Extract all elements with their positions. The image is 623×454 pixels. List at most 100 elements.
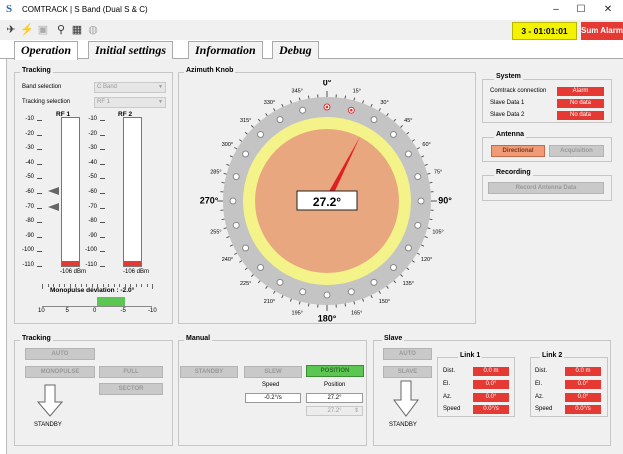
scale-tick-label: -90 <box>25 232 34 239</box>
knob-tick <box>226 163 230 166</box>
scale-tick-label: -110 <box>85 262 97 268</box>
scale-tick-mark <box>37 134 42 136</box>
monopulse-tick-mark <box>152 284 153 289</box>
knob-dot <box>242 244 250 252</box>
monopulse-tick-mark <box>75 284 76 287</box>
directional-button[interactable]: Directional <box>491 145 545 157</box>
knob-tick <box>362 298 365 302</box>
recording-group-title: Recording <box>494 169 533 176</box>
monopulse-tick-mark <box>91 284 93 287</box>
monopulse-deviation-fill <box>97 297 125 306</box>
monitor-icon[interactable]: ▦ <box>70 23 84 37</box>
monopulse-tick-mark <box>119 284 120 287</box>
knob-tick <box>244 131 248 135</box>
knob-tick <box>424 236 428 239</box>
position-input[interactable]: 27.2° ⇕ <box>306 406 363 416</box>
manual-standby-button[interactable]: STANDBY <box>180 366 238 378</box>
knob-dot <box>232 221 240 229</box>
scale-tick-mark <box>100 120 105 121</box>
monopulse-tick-mark <box>141 284 142 287</box>
tab-operation[interactable]: Operation <box>14 41 79 60</box>
link-2-speed-label: Speed <box>535 406 553 412</box>
knob-dot <box>257 131 265 139</box>
knob-dot <box>257 263 265 271</box>
knob-angle-label: 315° <box>240 118 251 124</box>
close-button[interactable]: ✕ <box>597 2 619 18</box>
knob-tick <box>226 236 230 239</box>
tracking-auto-button[interactable]: AUTO <box>25 348 95 360</box>
link-1-speed-value: 0.0°/s <box>473 405 509 414</box>
knob-dot <box>404 150 412 158</box>
monopulse-tick-mark <box>86 284 87 287</box>
scale-tick-label: -100 <box>84 247 97 254</box>
slave-data-1-status: No data <box>557 99 604 108</box>
tracking-sector-button[interactable]: SECTOR <box>99 383 163 395</box>
manual-position-button[interactable]: POSITION <box>306 365 364 377</box>
tab-initial-settings[interactable]: Initial settings <box>88 41 174 59</box>
globe-icon[interactable]: ◍ <box>86 23 100 37</box>
tracking-selection-label: Tracking selection <box>22 99 71 105</box>
knob-tick <box>421 155 425 158</box>
scale-tick-mark <box>100 178 105 180</box>
knob-tick <box>307 303 310 307</box>
scale-tick-label: -90 <box>88 232 97 239</box>
tab-debug[interactable]: Debug <box>272 41 319 59</box>
scale-tick-mark <box>100 193 105 194</box>
scale-tick-mark <box>37 193 42 194</box>
knob-tick <box>273 290 276 294</box>
scale-tick-label: -80 <box>88 218 97 225</box>
scale-tick-label: -10 <box>88 116 97 122</box>
satellite-icon[interactable]: ✈ <box>4 23 18 37</box>
knob-tick <box>421 244 425 247</box>
acquisition-button[interactable]: Acquisition <box>549 145 604 157</box>
knob-angle-label: 225° <box>240 281 251 287</box>
maximize-button[interactable]: ☐ <box>570 2 592 18</box>
system-group-title: System <box>494 73 523 80</box>
slave-down-arrow-icon <box>393 380 419 417</box>
knob-tick <box>429 181 433 184</box>
slave-slave-button[interactable]: SLAVE <box>383 366 432 378</box>
scale-tick-mark <box>37 207 42 209</box>
knob-dot <box>370 278 378 286</box>
monopulse-tick-mark <box>80 284 82 287</box>
band-selection-select[interactable]: C Band ▼ <box>94 82 166 93</box>
rf2-value: -106 dBm <box>123 269 150 275</box>
knob-dot <box>299 106 307 114</box>
knob-tick <box>406 131 410 135</box>
knob-tick <box>239 139 243 142</box>
knob-tick <box>298 301 301 305</box>
link-2-title: Link 2 <box>540 352 565 359</box>
knob-tick <box>406 267 410 271</box>
monopulse-tick-label: 0 <box>93 308 97 314</box>
azimuth-group-title: Azimuth Knob <box>184 67 236 74</box>
knob-dot <box>276 278 284 286</box>
knob-tick <box>221 218 225 221</box>
comtrack-connection-status: Alarm <box>557 87 604 96</box>
manual-slew-button[interactable]: SLEW <box>244 366 302 378</box>
tracking-full-button[interactable]: FULL <box>99 366 163 378</box>
knob-tick <box>229 155 233 158</box>
scale-tick-mark <box>37 178 42 180</box>
record-antenna-data-button[interactable]: Record Antenna Data <box>488 182 604 194</box>
monopulse-tick-mark <box>124 284 126 289</box>
knob-tick <box>386 113 389 117</box>
rf1-marker-lower <box>48 203 59 211</box>
spinner-icon[interactable]: ⇕ <box>354 407 359 415</box>
scale-tick-mark <box>37 251 42 253</box>
azimuth-knob[interactable]: 0° 15° 30° 45° 60° 75° 90° 105° 120° 135° 150° 165°… <box>196 80 458 324</box>
tracking-selection-select[interactable]: RF 1 ▼ <box>94 97 166 108</box>
scale-tick-label: -30 <box>25 145 34 152</box>
knob-tick <box>273 108 276 112</box>
link-2-el-label: El. <box>535 381 543 387</box>
minimize-button[interactable]: – <box>545 2 567 18</box>
scale-tick-label: -100 <box>21 247 34 254</box>
link-2-dist-value: 0.0 m <box>565 367 601 376</box>
slave-auto-button[interactable]: AUTO <box>383 348 432 360</box>
knob-angle-label: 120° <box>421 257 432 263</box>
binoculars-icon[interactable]: ⚲ <box>54 23 68 37</box>
plug-icon[interactable]: ⚡ <box>20 23 34 37</box>
sum-alarm-button[interactable]: Sum Alarm <box>581 22 623 40</box>
settings-icon[interactable]: ▣ <box>36 23 50 37</box>
tab-information[interactable]: Information <box>188 41 263 59</box>
tracking-monopulse-button[interactable]: MONOPULSE <box>25 366 95 378</box>
